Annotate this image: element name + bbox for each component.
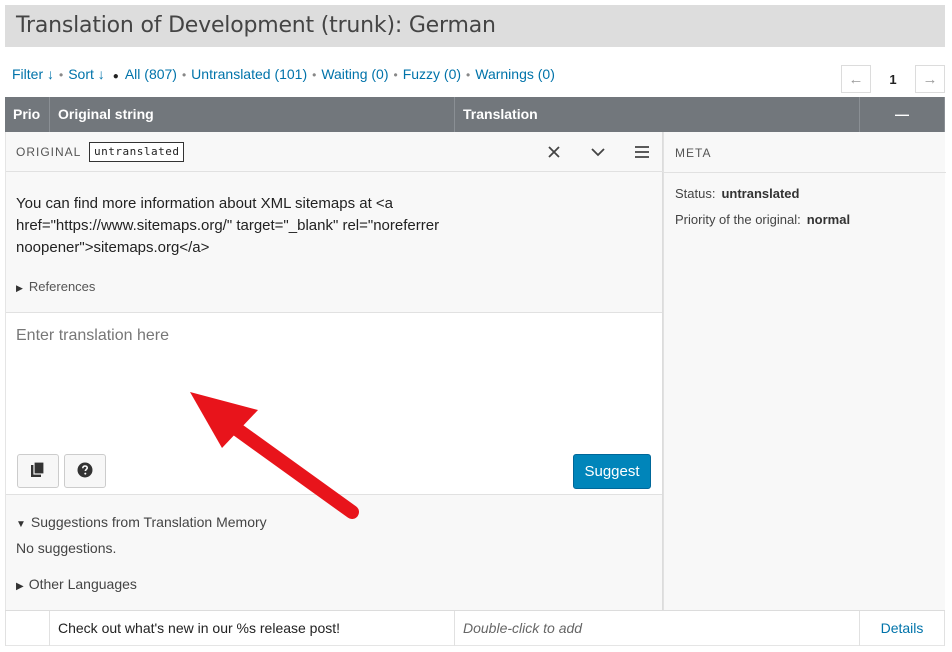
column-prio[interactable]: Prio [5,97,50,132]
help-icon [77,462,93,481]
meta-divider [664,172,946,173]
copy-icon [31,461,45,480]
title-bar: Translation of Development (trunk): Germ… [5,5,945,47]
help-button[interactable] [64,454,106,488]
meta-status-label: Status: [675,186,716,201]
row-translation[interactable]: Double-click to add [455,611,860,646]
original-label: ORIGINAL [16,145,82,159]
status-badge: untranslated [89,142,185,162]
translation-input[interactable] [6,313,662,445]
sort-toggle[interactable]: Sort ↓ [68,66,105,82]
current-page: 1 [889,71,897,87]
tm-title: Suggestions from Translation Memory [30,514,267,530]
other-languages-toggle[interactable]: ▶ Other Languages [16,576,137,592]
translation-area: Suggest [6,312,662,495]
triangle-down-icon: ▼ [16,519,26,530]
table-header: Prio Original string Translation — [5,97,945,132]
meta-priority: Priority of the original: normal [675,212,850,227]
references-label: References [28,279,96,294]
meta-priority-label: Priority of the original: [675,212,801,227]
row-prio [5,611,50,646]
filter-all[interactable]: All (807) [125,66,177,82]
filter-toggle[interactable]: Filter ↓ [12,66,54,82]
column-original[interactable]: Original string [50,97,455,132]
triangle-right-icon: ▶ [16,581,24,592]
meta-status: Status: untranslated [675,186,799,201]
meta-status-value: untranslated [721,186,800,201]
page-title: Translation of Development (trunk): Germ… [16,13,496,38]
close-icon[interactable] [542,140,566,164]
suggest-button[interactable]: Suggest [573,454,651,489]
prev-page-button[interactable]: ← [841,65,871,93]
meta-pane: META Status: untranslated Priority of the… [663,132,946,610]
filter-warnings[interactable]: Warnings (0) [475,66,555,82]
other-languages-label: Other Languages [28,576,137,592]
pagination: ← 1 → [841,65,945,93]
translation-editor: ORIGINAL untranslated You can find more … [5,132,946,610]
copy-original-button[interactable] [17,454,59,488]
row-details-link[interactable]: Details [860,611,945,646]
tm-suggestions-toggle[interactable]: ▼ Suggestions from Translation Memory [16,514,267,530]
meta-title: META [675,146,712,160]
filter-bar: Filter ↓ • Sort ↓ ● All (807) • Untranslated (… [12,66,555,82]
original-header: ORIGINAL untranslated [6,132,663,172]
column-collapse[interactable]: — [860,97,945,132]
filter-untranslated[interactable]: Untranslated (101) [191,66,307,82]
no-suggestions-text: No suggestions. [16,540,117,556]
filter-waiting[interactable]: Waiting (0) [321,66,388,82]
original-string: You can find more information about XML … [16,195,440,256]
row-original[interactable]: Check out what's new in our %s release p… [50,611,455,646]
table-row[interactable]: Check out what's new in our %s release p… [5,610,945,646]
editor-main-pane: ORIGINAL untranslated You can find more … [6,132,663,610]
next-page-button[interactable]: → [915,65,945,93]
references-toggle[interactable]: ▶ References [16,279,95,294]
meta-priority-value: normal [806,212,851,227]
active-filter-dot-icon: ● [112,71,119,82]
triangle-right-icon: ▶ [16,283,23,293]
filter-fuzzy[interactable]: Fuzzy (0) [403,66,461,82]
chevron-down-icon[interactable] [586,140,610,164]
menu-icon[interactable] [630,140,654,164]
column-translation[interactable]: Translation [455,97,860,132]
